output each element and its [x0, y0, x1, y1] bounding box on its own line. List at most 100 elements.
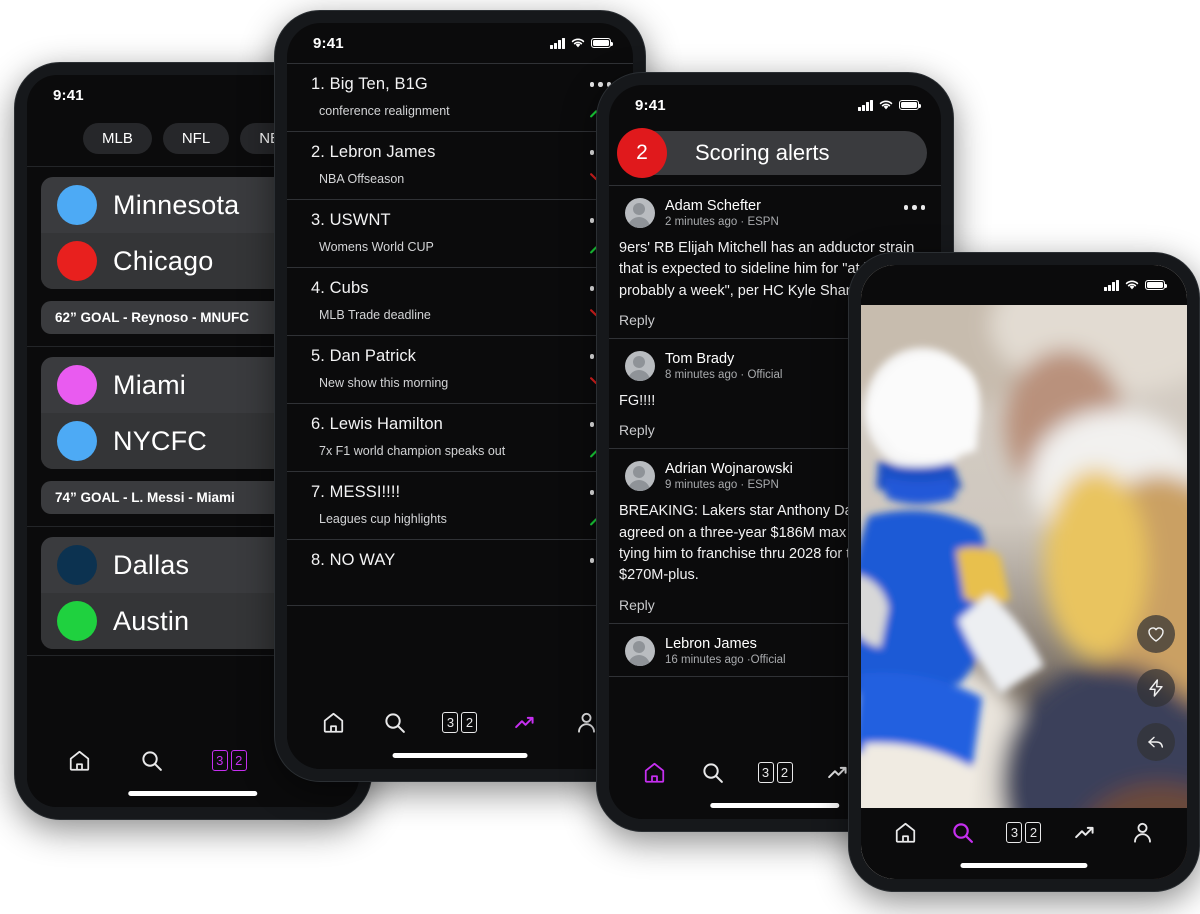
trend-title: Lebron James [329, 143, 436, 161]
trend-rank: 3. [311, 211, 325, 229]
status-time: 9:41 [635, 96, 666, 114]
home-indicator [960, 863, 1088, 868]
home-icon[interactable] [642, 760, 667, 785]
phone-video: 3 2 [848, 252, 1200, 892]
list-item[interactable]: 3. USWNT Womens World CUP [287, 200, 633, 268]
search-icon[interactable] [382, 710, 407, 735]
list-item[interactable]: 8. NO WAY [287, 540, 633, 606]
team-name: NYCFC [113, 425, 207, 456]
avatar [625, 461, 655, 492]
team-color-dot [57, 601, 97, 641]
heart-icon [1148, 627, 1164, 642]
search-icon[interactable] [139, 748, 164, 773]
logo-digit-left: 3 [1006, 822, 1023, 843]
reply-arrow-icon [1148, 736, 1164, 748]
chip-nfl[interactable]: NFL [162, 123, 230, 154]
status-icons [550, 37, 614, 49]
phone-trending-screen: 9:41 1. Big Ten, B1G conference realignm… [287, 23, 633, 769]
page-title: Scoring alerts [695, 140, 830, 165]
trending-icon[interactable] [826, 760, 851, 785]
profile-icon[interactable] [1130, 820, 1155, 845]
wifi-icon [571, 38, 585, 48]
trend-title: Lewis Hamilton [329, 415, 443, 433]
search-icon[interactable] [950, 820, 975, 845]
logo-32-icon[interactable]: 3 2 [1006, 822, 1042, 843]
status-badge: 2 [617, 128, 667, 178]
trend-subtitle: Leagues cup highlights [319, 512, 447, 526]
share-button[interactable] [1137, 723, 1175, 761]
status-bar: 9:41 [287, 23, 633, 63]
list-item[interactable]: 7. MESSI!!!! Leagues cup highlights [287, 472, 633, 540]
bolt-icon [1149, 679, 1163, 697]
list-item[interactable]: 2. Lebron James NBA Offseason [287, 132, 633, 200]
boost-button[interactable] [1137, 669, 1175, 707]
wifi-icon [1125, 280, 1139, 290]
trending-list[interactable]: 1. Big Ten, B1G conference realignment 2… [287, 63, 633, 698]
overflow-menu-icon[interactable] [589, 75, 611, 87]
trend-subtitle: New show this morning [319, 376, 449, 390]
trend-title: NO WAY [329, 551, 396, 569]
logo-32-icon[interactable]: 3 2 [442, 712, 478, 733]
trending-icon[interactable] [1073, 820, 1098, 845]
home-indicator [128, 791, 258, 796]
status-bar [861, 265, 1187, 305]
trending-icon[interactable] [513, 710, 538, 735]
video-frame [861, 265, 1187, 879]
trend-rank: 6. [311, 415, 325, 433]
trend-rank: 2. [311, 143, 325, 161]
trend-rank: 4. [311, 279, 325, 297]
scoring-alerts-pill[interactable]: 2 Scoring alerts [617, 128, 927, 178]
phone-trending: 9:41 1. Big Ten, B1G conference realignm… [274, 10, 646, 782]
logo-digit-left: 3 [757, 762, 774, 783]
logo-digit-right: 2 [776, 762, 793, 783]
logo-32-icon[interactable]: 3 2 [757, 762, 793, 783]
battery-icon [1145, 279, 1168, 291]
trend-subtitle: NBA Offseason [319, 172, 405, 186]
like-button[interactable] [1137, 615, 1175, 653]
logo-digit-right: 2 [1025, 822, 1042, 843]
tab-bar-wrapper: 3 2 [861, 808, 1187, 879]
list-item[interactable]: 1. Big Ten, B1G conference realignment [287, 64, 633, 132]
team-name: Austin [113, 605, 190, 636]
trend-subtitle: conference realignment [319, 104, 450, 118]
status-icons [858, 99, 922, 111]
logo-digit-right: 2 [461, 712, 478, 733]
team-color-dot [57, 365, 97, 405]
battery-icon [591, 37, 614, 49]
tab-bar: 3 2 [861, 808, 1187, 879]
cellular-signal-icon [550, 37, 565, 49]
search-icon[interactable] [700, 760, 725, 785]
trend-subtitle: Womens World CUP [319, 240, 434, 254]
phone-video-screen: 3 2 [861, 265, 1187, 879]
avatar [625, 635, 655, 666]
trend-title: MESSI!!!! [329, 483, 401, 501]
list-item[interactable]: 5. Dan Patrick New show this morning [287, 336, 633, 404]
logo-32-icon[interactable]: 3 2 [211, 750, 247, 771]
home-icon[interactable] [67, 748, 92, 773]
home-icon[interactable] [893, 820, 918, 845]
status-time: 9:41 [53, 86, 84, 104]
scoring-alerts-header: 2 Scoring alerts [609, 125, 941, 185]
team-color-dot [57, 545, 97, 585]
chip-mlb[interactable]: MLB [83, 123, 152, 154]
video-player[interactable] [861, 265, 1187, 879]
logo-digit-right: 2 [230, 750, 247, 771]
home-indicator [710, 803, 840, 808]
post-meta: 2 minutes ago · ESPN [665, 216, 779, 228]
status-icons [1104, 279, 1168, 291]
list-item[interactable]: 6. Lewis Hamilton 7x F1 world champion s… [287, 404, 633, 472]
overflow-menu-icon[interactable] [903, 198, 925, 210]
team-color-dot [57, 185, 97, 225]
team-name: Miami [113, 369, 186, 400]
team-name: Dallas [113, 549, 190, 580]
status-time: 9:41 [313, 34, 344, 52]
team-name: Minnesota [113, 189, 240, 220]
home-icon[interactable] [321, 710, 346, 735]
list-item[interactable]: 4. Cubs MLB Trade deadline [287, 268, 633, 336]
trend-title: Big Ten, B1G [329, 75, 428, 93]
team-color-dot [57, 421, 97, 461]
team-name: Chicago [113, 245, 214, 276]
cellular-signal-icon [1104, 279, 1119, 291]
trend-title: Dan Patrick [329, 347, 417, 365]
trend-title: USWNT [329, 211, 391, 229]
